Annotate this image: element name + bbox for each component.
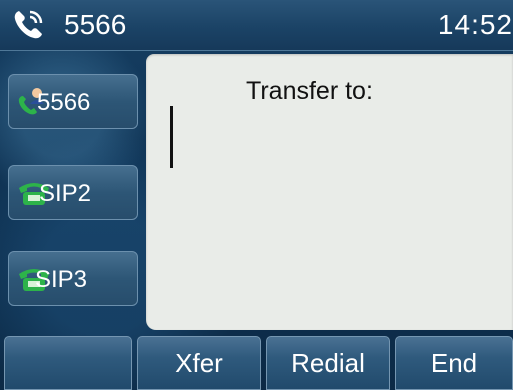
- line-key-5566[interactable]: 5566: [8, 74, 138, 129]
- line-key-sip2[interactable]: SIP2: [8, 165, 138, 220]
- transfer-panel: Transfer to:: [146, 54, 513, 330]
- line-key-sip3[interactable]: SIP3: [8, 251, 138, 306]
- softkey-end[interactable]: End: [395, 336, 513, 390]
- softkey-redial[interactable]: Redial: [266, 336, 390, 390]
- transfer-number-input[interactable]: [170, 106, 490, 168]
- phone-screen: 5566 14:52 5566 SIP2 SIP3 Transfer to: X…: [0, 0, 513, 390]
- line-key-label: 5566: [37, 89, 91, 116]
- status-bar: 5566 14:52: [0, 0, 513, 51]
- line-key-label: SIP3: [35, 266, 88, 293]
- line-key-label: SIP2: [39, 180, 92, 207]
- transfer-title: Transfer to:: [246, 77, 373, 105]
- softkey-bar: Xfer Redial End: [0, 336, 513, 390]
- clock-time: 14:52: [437, 9, 513, 40]
- account-number: 5566: [64, 9, 127, 40]
- softkey-blank[interactable]: [4, 336, 132, 390]
- text-cursor: [170, 106, 173, 168]
- softkey-xfer[interactable]: Xfer: [137, 336, 261, 390]
- handset-call-icon: [10, 7, 46, 43]
